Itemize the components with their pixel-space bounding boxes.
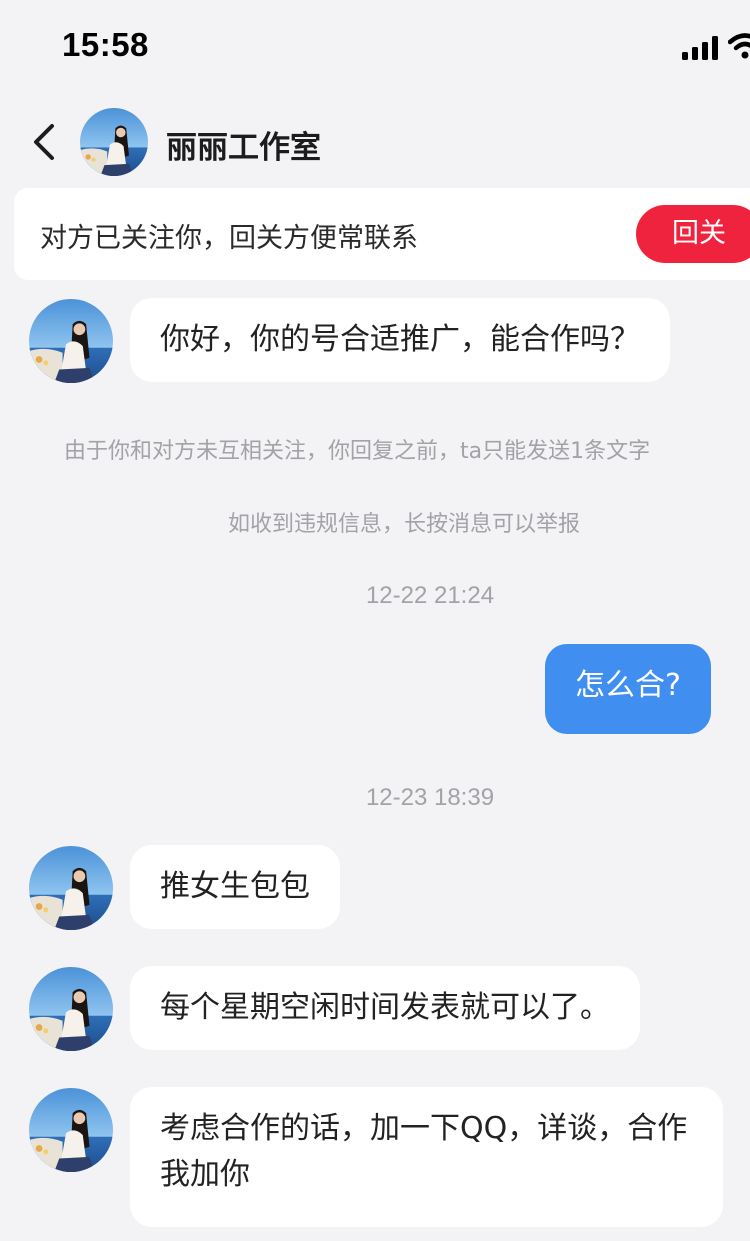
avatar[interactable]	[29, 299, 113, 383]
status-time: 15:58	[62, 26, 149, 63]
avatar[interactable]	[29, 1088, 113, 1172]
avatar[interactable]	[29, 846, 113, 930]
avatar[interactable]	[80, 108, 148, 176]
status-bar: 15:58	[0, 0, 750, 96]
incoming-message-bubble[interactable]: 推女生包包	[130, 845, 340, 929]
wifi-icon	[728, 33, 750, 59]
follow-banner-text: 对方已关注你，回关方便常联系	[40, 223, 418, 254]
system-notice: 由于你和对方未互相关注，你回复之前，ta只能发送1条文字	[64, 439, 651, 464]
message-timestamp: 12-23 18:39	[365, 784, 495, 811]
chevron-left-icon[interactable]	[26, 120, 66, 164]
outgoing-message-bubble[interactable]: 怎么合?	[545, 644, 711, 734]
incoming-message-bubble[interactable]: 考虑合作的话，加一下QQ，详谈，合作我加你	[130, 1087, 723, 1227]
incoming-message-bubble[interactable]: 每个星期空闲时间发表就可以了。	[130, 966, 640, 1050]
follow-back-button[interactable]: 回关	[636, 205, 750, 263]
message-timestamp: 12-22 21:24	[365, 582, 495, 609]
follow-back-banner: 对方已关注你，回关方便常联系 回关	[14, 188, 750, 280]
incoming-message-bubble[interactable]: 你好，你的号合适推广，能合作吗？	[130, 298, 670, 382]
system-notice: 如收到违规信息，长按消息可以举报	[228, 512, 581, 537]
avatar[interactable]	[29, 967, 113, 1051]
page-title[interactable]: 丽丽工作室	[166, 122, 321, 167]
cellular-signal-icon	[682, 36, 718, 60]
chat-header: 丽丽工作室	[0, 100, 750, 184]
